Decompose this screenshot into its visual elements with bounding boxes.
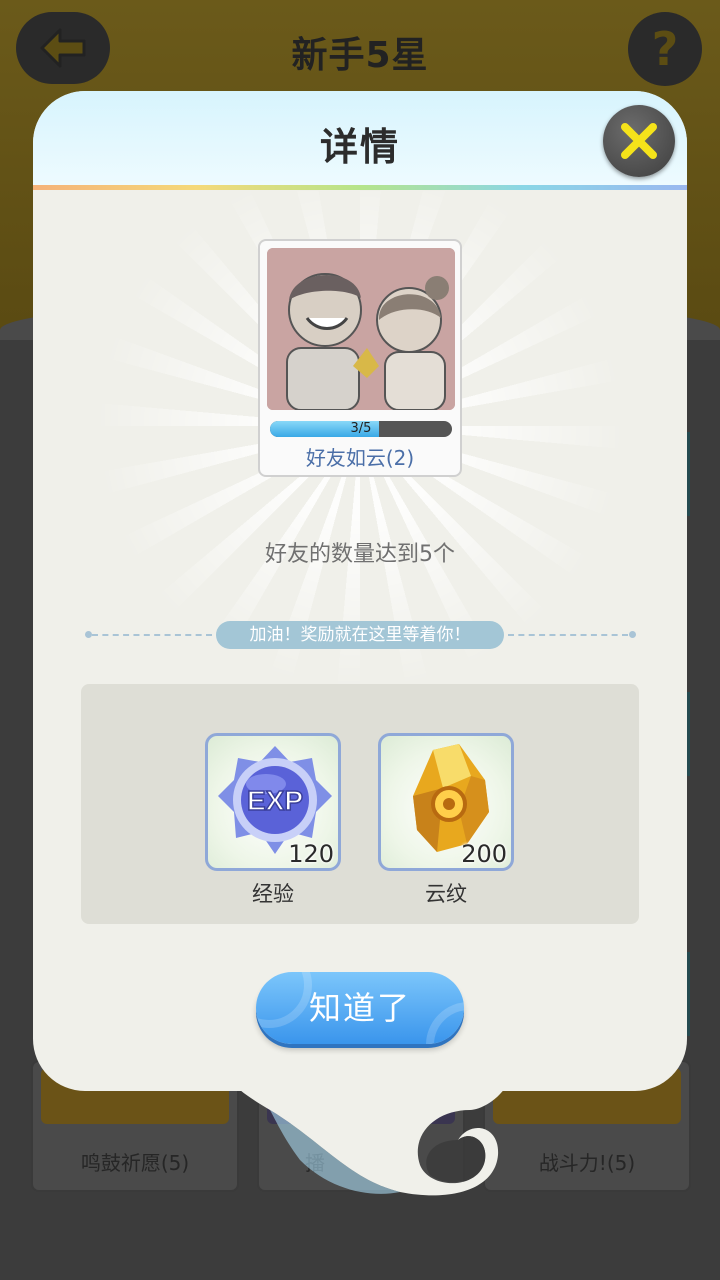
confirm-label: 知道了 (308, 989, 411, 1027)
help-button[interactable]: ? (628, 12, 702, 86)
reward-item-yunwen[interactable]: 200 (378, 733, 514, 871)
friends-illustration (267, 248, 455, 410)
reward-count: 120 (288, 840, 334, 868)
svg-text:EXP: EXP (247, 785, 303, 816)
dialog-tail (230, 1080, 510, 1196)
reward-count: 200 (461, 840, 507, 868)
close-x-icon (621, 123, 657, 159)
achievement-progress-bar: 3/5 (270, 421, 452, 437)
card-label: 战斗力!(5) (538, 1151, 636, 1175)
reward-label: 经验 (252, 882, 294, 906)
question-icon: ? (651, 22, 679, 76)
achievement-badge: 3/5 好友如云(2) (258, 239, 462, 477)
reward-label: 云纹 (425, 882, 467, 906)
divider-line (92, 634, 212, 636)
divider-line (508, 634, 628, 636)
progress-text: 3/5 (350, 421, 372, 436)
confirm-button[interactable]: 知道了 (256, 972, 464, 1044)
page-title: 新手5星 (291, 35, 429, 76)
achievement-name: 好友如云(2) (305, 446, 415, 470)
divider-dot (629, 631, 636, 638)
dialog-title: 详情 (319, 125, 400, 169)
button-decoration (256, 972, 312, 1028)
button-decoration (426, 1002, 464, 1044)
reward-item-exp[interactable]: EXP 120 (205, 733, 341, 871)
reward-panel (81, 684, 639, 924)
encouragement-banner: 加油！奖励就在这里等着你！ (216, 621, 504, 649)
divider-dot (85, 631, 92, 638)
achievement-description: 好友的数量达到5个 (265, 542, 455, 567)
close-button[interactable] (603, 105, 675, 177)
card-label: 鸣鼓祈愿(5) (80, 1151, 190, 1175)
header-divider (33, 185, 687, 190)
